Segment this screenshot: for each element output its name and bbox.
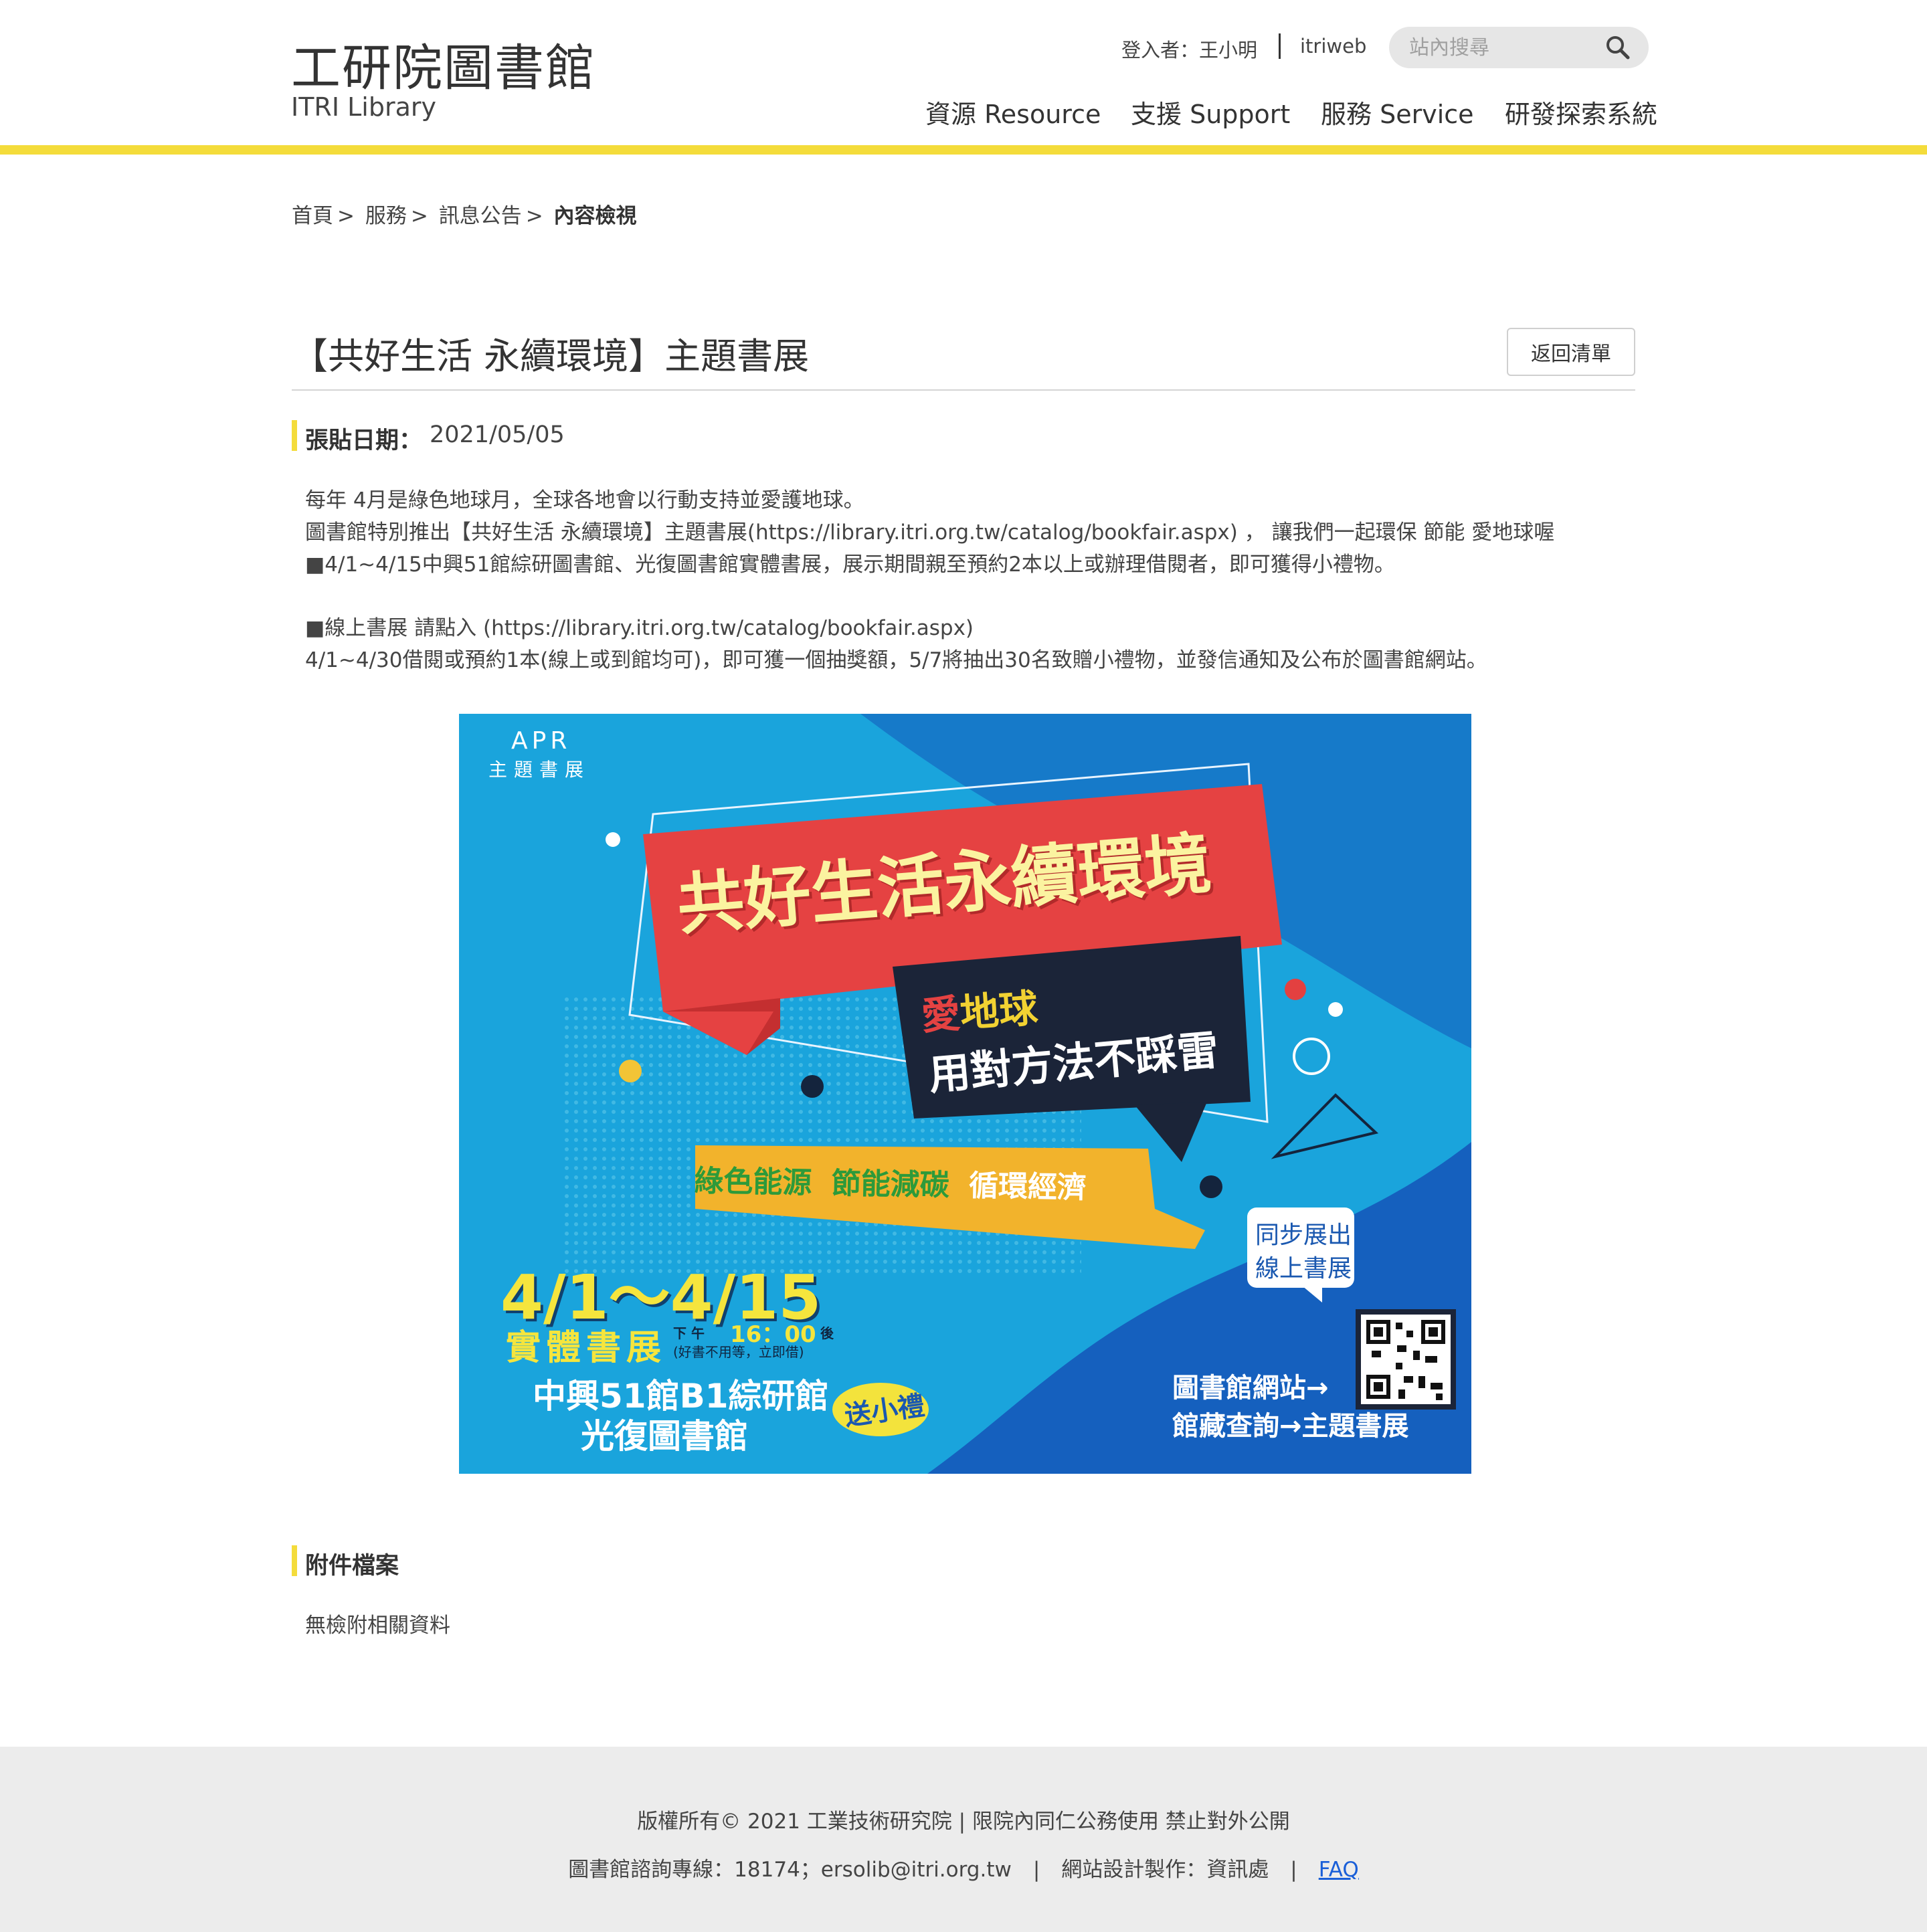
faq-link[interactable]: FAQ: [1319, 1858, 1359, 1882]
poster-time-suffix: 後: [820, 1325, 834, 1341]
poster-earth: 地球: [958, 985, 1040, 1036]
footer-separator: |: [1290, 1858, 1297, 1882]
post-date-value: 2021/05/05: [430, 421, 565, 448]
site-search: [1389, 27, 1649, 68]
nav-service[interactable]: 服務 Service: [1321, 94, 1474, 130]
poster-apr: APR: [511, 727, 571, 755]
site-logo-subtitle[interactable]: ITRI Library: [291, 92, 436, 122]
login-user-label: 登入者：王小明: [1121, 39, 1258, 62]
poster-love-earth: 愛地球: [919, 977, 1039, 1041]
date-marker: [292, 420, 297, 451]
poster-keywords: 綠色能源 節能減碳 循環經濟: [694, 1157, 1087, 1206]
site-logo-title[interactable]: 工研院圖書館: [291, 28, 596, 100]
breadcrumb-announcements[interactable]: 訊息公告: [439, 204, 522, 228]
poster-apr-subtitle: 主題書展: [488, 759, 591, 781]
itriweb-link[interactable]: itriweb: [1300, 35, 1366, 58]
book-fair-poster: APR 主題書展 共好生活永續環境 愛地球 用對方法不踩雷 綠色能源 節能減碳 …: [459, 714, 1471, 1474]
poster-online-1: 同步展出: [1255, 1222, 1352, 1249]
search-input[interactable]: [1409, 27, 1610, 68]
attachments-marker: [292, 1545, 297, 1576]
header-divider: [1279, 33, 1281, 59]
poster-query-arrow: 館藏查詢→主題書展: [1172, 1411, 1409, 1442]
footer-contact-row: 圖書館諮詢專線：18174；ersolib@itri.org.tw | 網站設計製作…: [0, 1852, 1927, 1882]
poster-site-arrow: 圖書館網站→: [1172, 1373, 1329, 1404]
poster-circular: 循環經濟: [968, 1169, 1087, 1205]
breadcrumb-current: 內容檢視: [553, 204, 637, 228]
header-accent-bar: [0, 145, 1927, 155]
breadcrumb-service[interactable]: 服務: [365, 204, 407, 228]
article-body-line: 每年 4月是綠色地球月，全球各地會以行動支持並愛護地球。: [305, 488, 864, 512]
footer-separator: |: [1032, 1858, 1040, 1882]
poster-physical: 實體書展: [506, 1328, 667, 1368]
footer-copyright: 版權所有© 2021 工業技術研究院 | 限院內同仁公務使用 禁止對外公開: [637, 1810, 1290, 1834]
nav-resource[interactable]: 資源 Resource: [925, 94, 1101, 130]
site-header: 工研院圖書館 ITRI Library 登入者：王小明 itriweb 資源 R…: [0, 0, 1927, 145]
search-icon[interactable]: [1603, 33, 1633, 62]
site-footer: [0, 1747, 1927, 1932]
poster-time-note: (好書不用等，立即借): [673, 1344, 804, 1360]
nav-rd-explore[interactable]: 研發探索系統: [1505, 94, 1657, 130]
footer-design-credit: 網站設計製作：資訊處: [1061, 1858, 1269, 1882]
attachments-heading: 附件檔案: [305, 1553, 399, 1579]
poster-online-2: 線上書展: [1255, 1255, 1352, 1282]
footer-contact: 圖書館諮詢專線：18174；ersolib@itri.org.tw: [568, 1858, 1012, 1882]
poster-time-prefix: 下 午: [673, 1325, 705, 1341]
article-body-line: ■線上書展 請點入 (https://library.itri.org.tw/c…: [305, 616, 974, 640]
back-to-list-button[interactable]: 返回清單: [1507, 328, 1635, 376]
page-title: 【共好生活 永續環境】主題書展: [292, 335, 810, 377]
title-divider: [292, 389, 1635, 391]
poster-love: 愛: [919, 990, 962, 1039]
poster-save-energy: 節能減碳: [831, 1166, 950, 1203]
poster-green-energy: 綠色能源: [693, 1163, 812, 1201]
article-body-line: 4/1~4/30借閱或預約1本(線上或到館均可)，即可獲一個抽獎額，5/7將抽出…: [305, 648, 1487, 672]
article-body-line: ■4/1~4/15中興51館綜研圖書館、光復圖書館實體書展，展示期間親至預約2本…: [305, 553, 1395, 577]
poster-venue-2: 光復圖書館: [581, 1417, 748, 1456]
post-date-label: 張貼日期：: [305, 427, 423, 454]
article-body-line: 圖書館特別推出【共好生活 永續環境】主題書展(https://library.i…: [305, 520, 1555, 545]
nav-support[interactable]: 支援 Support: [1131, 94, 1290, 130]
attachments-empty-text: 無檢附相關資料: [305, 1614, 450, 1638]
breadcrumb: 首頁 > 服務 > 訊息公告 > 內容檢視: [292, 204, 637, 228]
breadcrumb-home[interactable]: 首頁: [292, 204, 333, 228]
